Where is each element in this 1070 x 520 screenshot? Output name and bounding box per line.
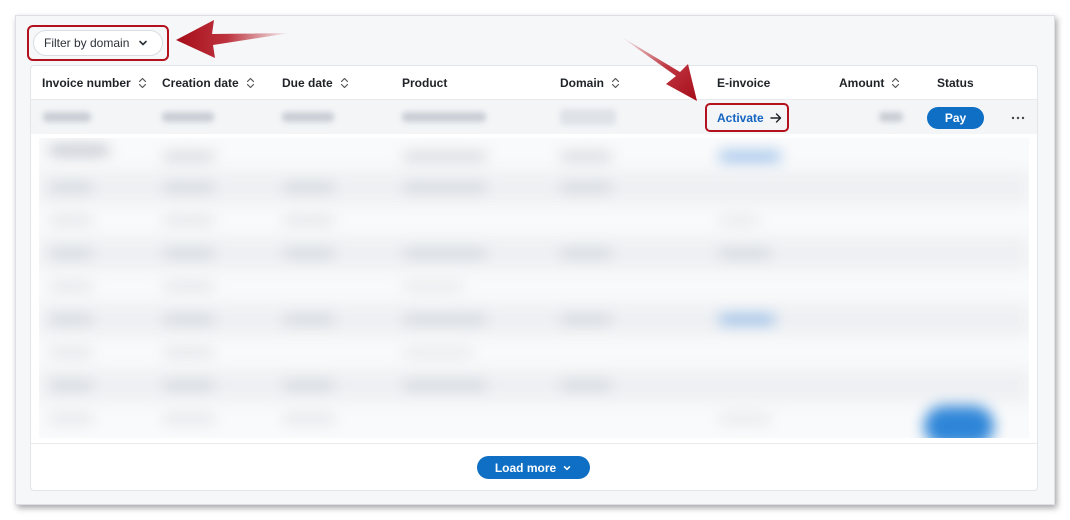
redacted-rows-blur (39, 138, 1029, 438)
more-horizontal-icon (1011, 116, 1025, 120)
sort-updown-icon[interactable] (611, 77, 620, 89)
column-header-amount[interactable]: Amount (839, 66, 900, 100)
table-row (31, 100, 1037, 134)
table-row (39, 270, 1029, 303)
redacted-amount (879, 112, 903, 122)
table-row (39, 237, 1029, 270)
load-more-label: Load more (494, 460, 557, 475)
column-header-domain[interactable]: Domain (560, 66, 620, 100)
activate-label: Activate (717, 111, 764, 125)
column-header-due-date[interactable]: Due date (282, 66, 349, 100)
table-row (39, 171, 1029, 204)
column-header-e-invoice: E-invoice (717, 76, 771, 90)
table-row (39, 402, 1029, 435)
redacted-domain (560, 109, 616, 125)
row-actions-button[interactable] (1007, 107, 1029, 129)
column-header-invoice-number[interactable]: Invoice number (42, 66, 147, 100)
sort-updown-icon[interactable] (138, 77, 147, 89)
filter-label: Filter by domain (44, 36, 130, 50)
table-row (39, 369, 1029, 402)
activate-einvoice-link[interactable]: Activate (717, 108, 782, 128)
table-header: Invoice number Creation date Due date Pr… (31, 66, 1037, 100)
chevron-down-icon (563, 465, 571, 470)
invoice-table-card: Invoice number Creation date Due date Pr… (30, 65, 1038, 491)
sort-updown-icon[interactable] (891, 77, 900, 89)
column-header-product: Product (402, 76, 448, 90)
column-header-creation-date[interactable]: Creation date (162, 66, 255, 100)
pay-button[interactable]: Pay (927, 107, 984, 129)
redacted-invoice-number (43, 112, 91, 122)
filter-by-domain-dropdown[interactable]: Filter by domain (33, 30, 163, 56)
table-row (39, 336, 1029, 369)
table-row (39, 204, 1029, 237)
sort-updown-icon[interactable] (340, 77, 349, 89)
table-row (39, 138, 1029, 171)
redacted-pay-button (924, 406, 994, 438)
redacted-product (402, 112, 486, 122)
column-header-status: Status (937, 76, 974, 90)
redacted-creation-date (162, 112, 214, 122)
footer-divider (31, 443, 1037, 444)
redacted-table-rows (39, 138, 1029, 438)
arrow-right-icon (769, 113, 781, 123)
redacted-due-date (282, 112, 334, 122)
sort-updown-icon[interactable] (246, 77, 255, 89)
chevron-down-icon (139, 40, 148, 46)
table-row (39, 303, 1029, 336)
load-more-button[interactable]: Load more (477, 456, 590, 479)
app-window: Filter by domain Invoice number Creation… (15, 15, 1055, 505)
